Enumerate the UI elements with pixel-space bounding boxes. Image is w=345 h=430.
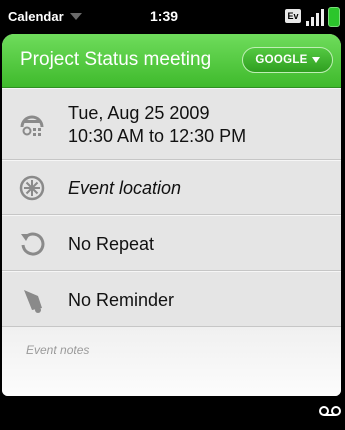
event-title[interactable]: Project Status meeting	[20, 49, 211, 71]
event-date: Tue, Aug 25 2009	[68, 103, 210, 123]
location-icon	[19, 175, 45, 201]
title-bar: Project Status meeting GOOGLE	[2, 34, 341, 88]
repeat-value: No Repeat	[68, 234, 155, 254]
datetime-row[interactable]: Tue, Aug 25 2009 10:30 AM to 12:30 PM	[2, 88, 341, 160]
clock-icon	[20, 115, 44, 136]
reminder-row[interactable]: No Reminder	[2, 271, 341, 327]
event-notes-field[interactable]	[26, 343, 316, 357]
location-row[interactable]: Event location	[2, 160, 341, 215]
signal-icon	[306, 8, 326, 26]
battery-icon	[328, 7, 340, 27]
network-badge: Ev	[285, 9, 301, 23]
app-menu[interactable]: Calendar	[8, 7, 118, 26]
reminder-icon	[24, 290, 42, 313]
clock: 1:39	[150, 8, 179, 24]
event-sheet: Project Status meeting GOOGLE Tue, Aug 2…	[2, 34, 341, 396]
status-bar: Calendar 1:39 Ev	[0, 0, 345, 33]
chevron-down-icon	[69, 13, 82, 20]
location-placeholder: Event location	[68, 178, 182, 198]
repeat-row[interactable]: No Repeat	[2, 215, 341, 271]
voicemail-icon	[319, 406, 341, 416]
calendar-select-label: GOOGLE	[255, 54, 308, 66]
notes-area[interactable]	[2, 327, 341, 396]
repeat-icon	[21, 232, 45, 256]
reminder-value: No Reminder	[68, 290, 175, 310]
calendar-select-button[interactable]: GOOGLE	[242, 47, 333, 73]
dropdown-arrow-icon	[311, 57, 320, 63]
app-menu-label: Calendar	[8, 9, 64, 24]
event-time-range: 10:30 AM to 12:30 PM	[68, 126, 247, 146]
